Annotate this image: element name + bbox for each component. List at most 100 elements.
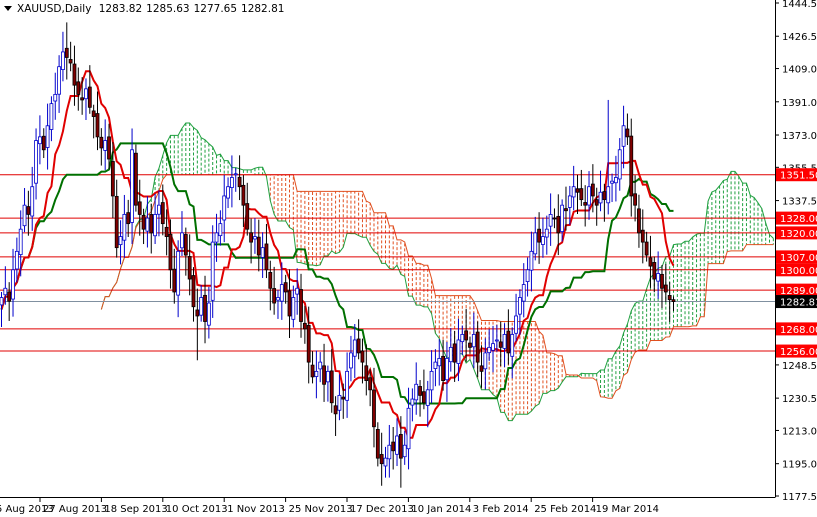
price-tick-label: 1391.00: [782, 98, 817, 109]
candle: [656, 251, 661, 299]
candle: [118, 220, 123, 265]
candle: [149, 203, 154, 254]
candle-body: [122, 214, 127, 241]
candle: [356, 319, 361, 360]
candle: [625, 113, 630, 146]
candle-body: [533, 232, 538, 255]
candle-body: [130, 149, 134, 223]
candle: [395, 418, 399, 467]
candle-body: [464, 330, 469, 341]
date-label: 3 Feb 2014: [473, 504, 529, 515]
candle-body: [471, 334, 476, 348]
candle-body: [26, 206, 31, 215]
candle-body: [525, 269, 530, 282]
candle-body: [318, 361, 323, 370]
candle: [552, 208, 557, 229]
candle: [245, 182, 250, 236]
candle-body: [226, 186, 230, 199]
candle-body: [356, 338, 361, 354]
candle-body: [560, 204, 565, 233]
candle-body: [214, 232, 219, 243]
candle-body: [229, 177, 234, 188]
candle-body: [640, 229, 645, 243]
candle: [133, 144, 138, 212]
candle-body: [633, 193, 637, 206]
candle: [272, 266, 277, 315]
candle-body: [11, 269, 15, 300]
candle-body: [491, 343, 495, 351]
candle: [391, 426, 396, 470]
candle-body: [249, 232, 254, 243]
candle: [0, 291, 4, 328]
candle-body: [76, 81, 81, 95]
candle-body: [379, 454, 384, 465]
candle: [387, 424, 392, 478]
candle: [379, 432, 384, 486]
candle: [537, 212, 541, 264]
candle-body: [541, 236, 545, 245]
candle: [629, 118, 634, 217]
candle-body: [337, 394, 342, 411]
candle-body: [107, 136, 111, 160]
candle: [130, 128, 134, 245]
kijun-sen-line: [0, 142, 674, 405]
price-tick-label: 1373.00: [782, 131, 817, 142]
candle-body: [195, 309, 200, 317]
candle: [525, 257, 530, 297]
candle-body: [218, 223, 223, 237]
candle: [498, 321, 503, 367]
candle: [7, 282, 12, 321]
level-price-label: 1328.00: [780, 214, 817, 225]
candle: [587, 171, 591, 220]
candle: [325, 365, 330, 402]
candle: [99, 128, 104, 166]
candle: [433, 349, 438, 387]
candle-body: [80, 97, 85, 101]
candle: [222, 174, 227, 243]
candle: [491, 325, 495, 373]
candle-body: [233, 173, 238, 176]
candle-body: [548, 214, 553, 227]
candle: [137, 179, 142, 236]
price-tick-label: 1213.00: [782, 426, 817, 437]
candle-body: [671, 299, 676, 302]
candle: [38, 115, 42, 165]
candle-body: [53, 93, 58, 102]
candle: [122, 194, 127, 258]
high-value: 1285.63: [146, 3, 190, 15]
candle-body: [506, 330, 511, 354]
candle-body: [38, 136, 42, 145]
current-price-label: 1282.81: [780, 298, 817, 309]
candle-body: [164, 226, 169, 237]
candle-body: [575, 188, 580, 193]
candle: [541, 217, 545, 258]
candle-body: [594, 199, 599, 206]
candle: [529, 231, 534, 292]
date-label: 1 Nov 2013: [227, 504, 285, 515]
candle: [606, 99, 611, 215]
candle: [41, 128, 46, 159]
price-chart[interactable]: 1444.501426.501409.001391.001373.001355.…: [0, 0, 817, 517]
candle: [448, 328, 453, 372]
candle-body: [652, 262, 657, 280]
candle-body: [606, 186, 611, 204]
candle: [533, 216, 538, 261]
candle: [375, 422, 380, 467]
candle: [583, 185, 588, 227]
candle: [452, 330, 457, 382]
candle: [157, 190, 161, 237]
candle-body: [445, 358, 449, 381]
dropdown-triangle-icon[interactable]: [4, 6, 12, 11]
candle-body: [110, 161, 115, 197]
candle-body: [206, 302, 211, 326]
candle: [210, 225, 215, 318]
candle: [214, 213, 219, 262]
candle-body: [617, 149, 622, 180]
candle-body: [398, 434, 403, 459]
candle-body: [306, 324, 311, 363]
candle: [145, 196, 150, 248]
candle: [91, 104, 96, 139]
candle-body: [272, 288, 277, 304]
candle-body: [452, 343, 457, 363]
candle-body: [521, 284, 526, 302]
